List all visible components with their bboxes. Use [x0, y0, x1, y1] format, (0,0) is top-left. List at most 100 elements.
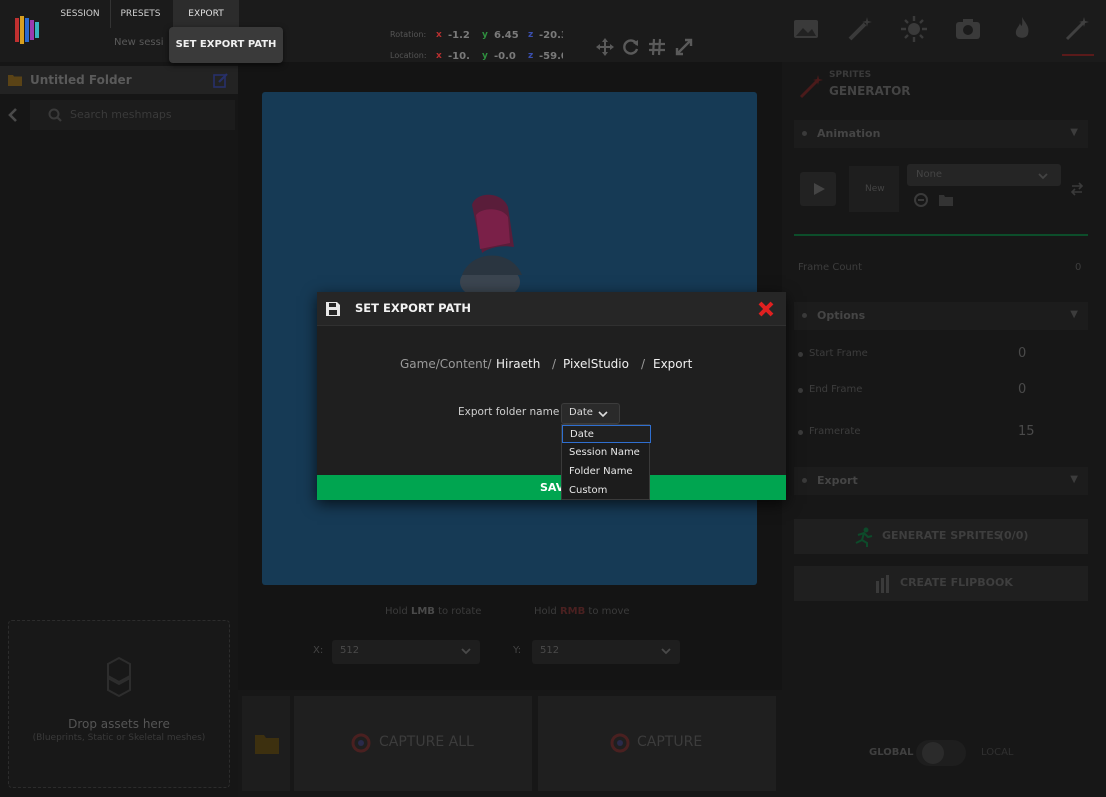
capture-label: CAPTURE — [637, 734, 703, 750]
search-icon — [48, 108, 62, 122]
toggle-knob[interactable] — [922, 742, 944, 764]
chevron-down-icon — [661, 648, 671, 655]
path-segment-export[interactable]: Export — [653, 357, 692, 371]
rotation-y-value[interactable]: 6.45 — [494, 30, 519, 41]
asset-drop-zone[interactable]: Drop assets here (Blueprints, Static or … — [8, 620, 230, 788]
location-z-value[interactable]: -59.0 — [539, 51, 563, 62]
flipbook-icon — [876, 575, 889, 593]
image-icon[interactable] — [791, 14, 821, 44]
move-hint-key: RMB — [559, 606, 586, 617]
option-date[interactable]: Date — [562, 425, 651, 443]
path-root-text: Game/Content/ — [400, 357, 492, 371]
animation-section-title: Animation — [817, 127, 881, 140]
edit-icon[interactable] — [213, 72, 229, 88]
camera-icon[interactable] — [953, 14, 983, 44]
open-asset-icon[interactable] — [938, 192, 954, 208]
dialog-title: SET EXPORT PATH — [355, 301, 471, 315]
rotation-x-value[interactable]: -1.2 — [448, 30, 470, 41]
move-hint: Hold RMB to move — [534, 606, 630, 617]
play-button[interactable] — [800, 172, 836, 206]
fire-icon[interactable] — [1007, 14, 1037, 44]
capture-button[interactable]: CAPTURE — [538, 696, 776, 791]
set-export-path-dialog: SET EXPORT PATH Game/Content/ Hiraeth / … — [317, 292, 786, 500]
options-section-header[interactable]: Options ▼ — [794, 302, 1088, 330]
animation-progress-bar — [794, 234, 1088, 236]
set-export-path-menu-item[interactable]: SET EXPORT PATH — [169, 27, 283, 63]
capture-all-icon — [351, 733, 371, 753]
capture-all-label: CAPTURE ALL — [379, 734, 474, 750]
chevron-down-icon — [1038, 173, 1048, 180]
rotation-z-value[interactable]: -20.3 — [539, 30, 563, 41]
back-chevron-icon[interactable] — [6, 107, 20, 123]
start-frame-input[interactable]: 0 — [1018, 346, 1026, 361]
rotate-hint-prefix: Hold — [385, 606, 411, 617]
bullet-icon — [798, 352, 803, 357]
bullet-icon — [802, 313, 807, 318]
location-x-value[interactable]: -10. — [448, 51, 472, 62]
path-segment-plugin[interactable]: PixelStudio — [563, 357, 629, 371]
rotation-label: Rotation: — [390, 30, 427, 39]
collapse-arrow-icon: ▼ — [1070, 474, 1078, 485]
running-figure-icon — [855, 527, 873, 547]
preview-model — [460, 194, 522, 300]
path-separator: / — [552, 357, 557, 371]
rotate-hint-key: LMB — [410, 606, 435, 617]
menu-presets[interactable]: PRESETS — [110, 0, 170, 28]
menu-session[interactable]: SESSION — [54, 0, 106, 28]
bullet-icon — [798, 430, 803, 435]
panel-title: GENERATOR — [829, 84, 911, 98]
browse-icon[interactable] — [913, 192, 929, 208]
bullet-icon — [802, 131, 807, 136]
resolution-x-value: 512 — [340, 645, 360, 656]
folder-row[interactable]: Untitled Folder — [0, 66, 238, 94]
end-frame-input[interactable]: 0 — [1018, 382, 1026, 397]
menu-export[interactable]: EXPORT — [173, 0, 239, 28]
panel-subtitle: SPRITES — [829, 70, 872, 80]
animation-section-header[interactable]: Animation ▼ — [794, 120, 1088, 148]
create-flipbook-label: CREATE FLIPBOOK — [900, 576, 1013, 589]
grid-icon[interactable] — [647, 37, 667, 57]
magic-wand-icon[interactable] — [845, 14, 875, 44]
resolution-x-select[interactable]: 512 — [332, 640, 480, 664]
axis-y-icon: y — [482, 51, 488, 61]
drop-subtitle: (Blueprints, Static or Skeletal meshes) — [32, 733, 206, 743]
session-name-text: New sessi — [114, 37, 164, 48]
resolution-y-value: 512 — [540, 645, 560, 656]
search-input[interactable]: Search meshmaps — [30, 100, 235, 130]
generate-sprites-button[interactable]: GENERATE SPRITES (0/0) — [794, 519, 1088, 554]
open-folder-button[interactable] — [242, 696, 290, 791]
move-icon[interactable] — [595, 37, 615, 57]
active-tab-indicator — [1062, 54, 1094, 56]
location-y-value[interactable]: -0.0 — [494, 51, 516, 62]
resolution-y-label: Y: — [513, 645, 522, 656]
option-folder-name[interactable]: Folder Name — [562, 463, 651, 481]
sprites-generator-icon — [799, 75, 823, 99]
export-folder-name-select[interactable]: Date — [561, 403, 620, 424]
path-segment-game[interactable]: Hiraeth — [496, 357, 540, 371]
drop-assets-icon — [107, 656, 131, 698]
option-custom[interactable]: Custom — [562, 482, 651, 500]
refresh-icon[interactable] — [621, 37, 641, 57]
close-icon[interactable] — [756, 299, 776, 319]
app-logo-icon — [15, 16, 39, 44]
rotate-hint-suffix: to rotate — [434, 606, 482, 617]
sprite-wand-icon[interactable] — [1062, 14, 1092, 44]
create-flipbook-button[interactable]: CREATE FLIPBOOK — [794, 566, 1088, 601]
chevron-down-icon — [461, 648, 471, 655]
bullet-icon — [798, 388, 803, 393]
framerate-input[interactable]: 15 — [1018, 424, 1035, 439]
option-session-name[interactable]: Session Name — [562, 444, 651, 462]
export-section-header[interactable]: Export ▼ — [794, 467, 1088, 495]
swap-icon[interactable] — [1070, 182, 1084, 196]
sun-icon[interactable] — [899, 14, 929, 44]
save-button[interactable]: SAV — [317, 475, 786, 500]
fullscreen-icon[interactable] — [674, 37, 694, 57]
generate-sprites-count: (0/0) — [999, 529, 1029, 542]
options-section-title: Options — [817, 309, 866, 322]
location-label: Location: — [390, 51, 427, 60]
capture-all-button[interactable]: CAPTURE ALL — [294, 696, 532, 791]
resolution-y-select[interactable]: 512 — [532, 640, 680, 664]
new-animation-label: New — [865, 184, 885, 194]
axis-x-icon: x — [436, 30, 442, 40]
axis-z-icon: z — [528, 30, 534, 40]
